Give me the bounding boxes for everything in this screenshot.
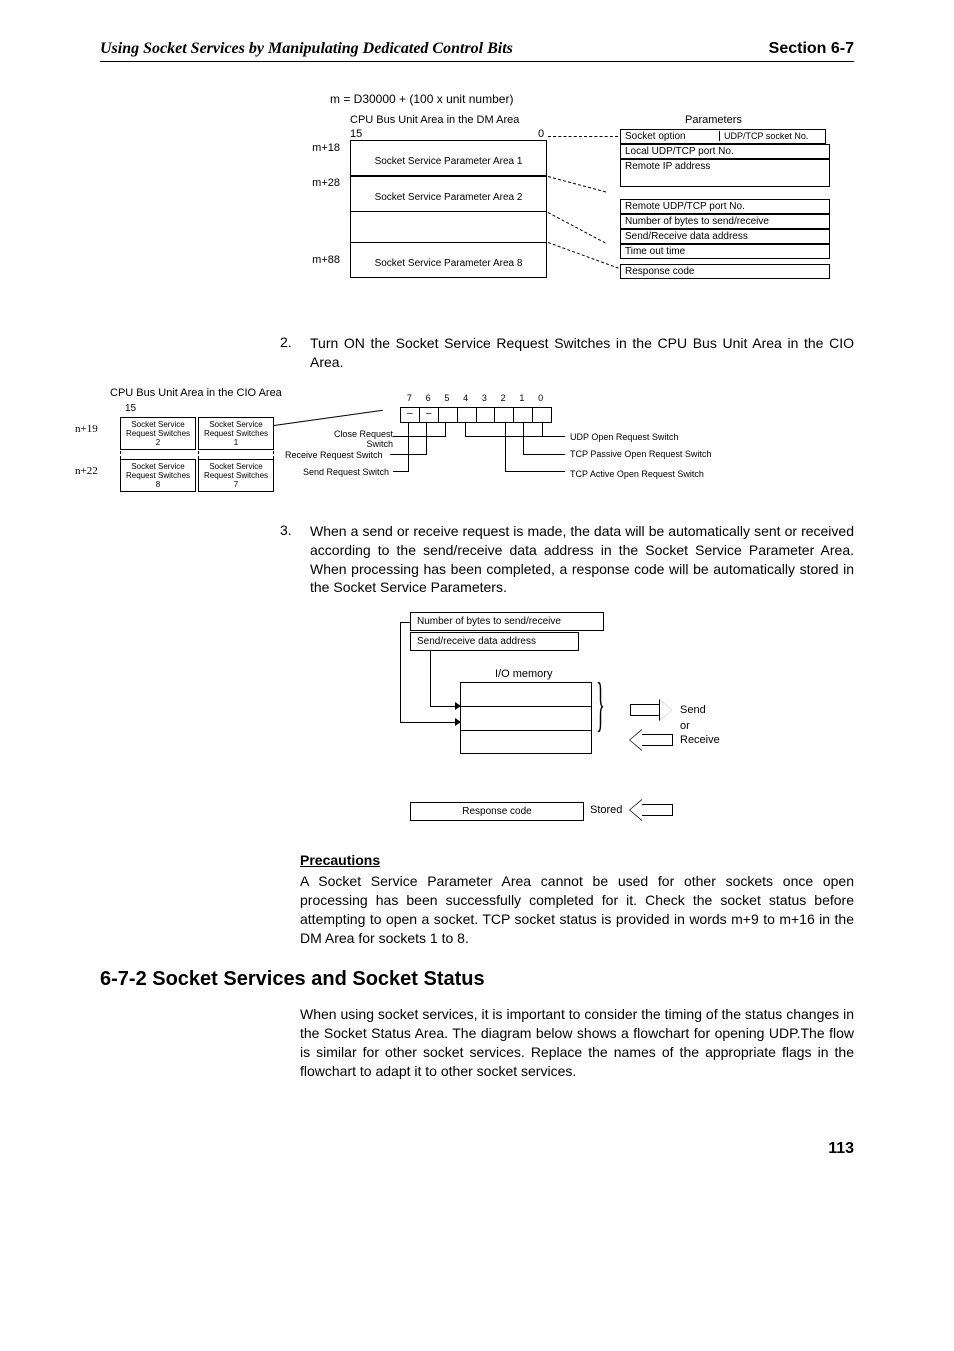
- n19: n+19: [75, 423, 98, 435]
- lbl-close: Close Request Switch: [328, 429, 393, 449]
- header-left: Using Socket Services by Manipulating De…: [100, 40, 513, 58]
- dm-area-title: CPU Bus Unit Area in the DM Area: [350, 114, 519, 126]
- parameters-title: Parameters: [685, 114, 742, 126]
- bit-cell-0: [533, 408, 551, 422]
- step-3-num: 3.: [280, 522, 310, 598]
- idx15: 15: [125, 403, 136, 414]
- step-3-text: When a send or receive request is made, …: [310, 522, 854, 598]
- cell-socket-no: UDP/TCP socket No.: [719, 131, 818, 141]
- bit-cell-7: –: [401, 408, 420, 422]
- bit-2: 2: [494, 393, 513, 403]
- bit-5: 5: [438, 393, 457, 403]
- step-2-text: Turn ON the Socket Service Request Switc…: [310, 334, 854, 372]
- section-body: When using socket services, it is import…: [300, 1005, 854, 1081]
- param-area-1: Socket Service Parameter Area 1: [350, 140, 547, 176]
- row-remote-port: Remote UDP/TCP port No.: [620, 199, 830, 214]
- n22: n+22: [75, 465, 98, 477]
- bit-numbers: 7 6 5 4 3 2 1 0: [400, 393, 550, 403]
- box-response: Response code: [410, 802, 584, 821]
- precautions-text: A Socket Service Parameter Area cannot b…: [300, 872, 854, 948]
- box-num-bytes: Number of bytes to send/receive: [410, 612, 604, 631]
- row-data-addr: Send/Receive data address: [620, 229, 830, 244]
- lbl-udp-open: UDP Open Request Switch: [570, 432, 678, 442]
- sw-box-8: Socket Service Request Switches 8: [120, 459, 196, 492]
- step-3: 3. When a send or receive request is mad…: [280, 522, 854, 598]
- bit-0: 0: [531, 393, 550, 403]
- bit-cell-6: –: [420, 408, 439, 422]
- diagram-cio-area: CPU Bus Unit Area in the CIO Area 15 n+1…: [80, 387, 854, 507]
- bit-cell-1: [514, 408, 533, 422]
- lbl-tcp-passive: TCP Passive Open Request Switch: [570, 449, 711, 459]
- cell-socket-option: Socket option: [625, 131, 719, 142]
- row-socket-option: Socket optionUDP/TCP socket No.: [620, 129, 826, 144]
- cio-title: CPU Bus Unit Area in the CIO Area: [110, 387, 282, 399]
- row-bytes: Number of bytes to send/receive: [620, 214, 830, 229]
- diagram-io-memory: Number of bytes to send/receive Send/rec…: [300, 612, 854, 842]
- lbl-receive: Receive Request Switch: [285, 450, 383, 460]
- header-right: Section 6-7: [769, 40, 854, 58]
- or-label: or: [680, 720, 690, 732]
- bit-cell-2: [495, 408, 514, 422]
- param-area-8: Socket Service Parameter Area 8: [350, 242, 547, 278]
- io-memory-label: I/O memory: [495, 668, 552, 680]
- send-label: Send: [680, 704, 706, 716]
- offset-m88: m+88: [295, 254, 340, 266]
- offset-m18: m+18: [295, 142, 340, 154]
- page-number: 113: [100, 1140, 854, 1158]
- memory-block: [460, 682, 592, 754]
- offset-m28: m+28: [295, 177, 340, 189]
- row-timeout: Time out time: [620, 244, 830, 259]
- bit-4: 4: [456, 393, 475, 403]
- param-area-2: Socket Service Parameter Area 2: [350, 176, 547, 212]
- row-local-port: Local UDP/TCP port No.: [620, 144, 830, 159]
- bit-cell-5: [439, 408, 458, 422]
- row-response: Response code: [620, 264, 830, 279]
- bit-6: 6: [419, 393, 438, 403]
- precautions-block: Precautions A Socket Service Parameter A…: [300, 852, 854, 948]
- bit-1: 1: [513, 393, 532, 403]
- axis-15: 15: [350, 128, 362, 140]
- bit-3: 3: [475, 393, 494, 403]
- bit-7: 7: [400, 393, 419, 403]
- lbl-tcp-active: TCP Active Open Request Switch: [570, 469, 704, 479]
- page-header: Using Socket Services by Manipulating De…: [100, 40, 854, 62]
- box-data-addr: Send/receive data address: [410, 632, 579, 651]
- bit-cell-3: [477, 408, 496, 422]
- bit-row: – –: [400, 407, 552, 423]
- bit-cell-4: [458, 408, 477, 422]
- formula: m = D30000 + (100 x unit number): [330, 92, 854, 106]
- sw-box-7: Socket Service Request Switches 7: [198, 459, 274, 492]
- stored-label: Stored: [590, 804, 622, 816]
- step-2: 2. Turn ON the Socket Service Request Sw…: [280, 334, 854, 372]
- lbl-send: Send Request Switch: [303, 467, 389, 477]
- precautions-title: Precautions: [300, 852, 380, 868]
- section-heading: 6-7-2 Socket Services and Socket Status: [100, 968, 854, 991]
- diagram-dm-area: m = D30000 + (100 x unit number) CPU Bus…: [300, 92, 854, 314]
- axis-0: 0: [538, 128, 544, 140]
- receive-label: Receive: [680, 734, 720, 746]
- step-2-num: 2.: [280, 334, 310, 372]
- row-remote-ip: Remote IP address: [620, 159, 830, 187]
